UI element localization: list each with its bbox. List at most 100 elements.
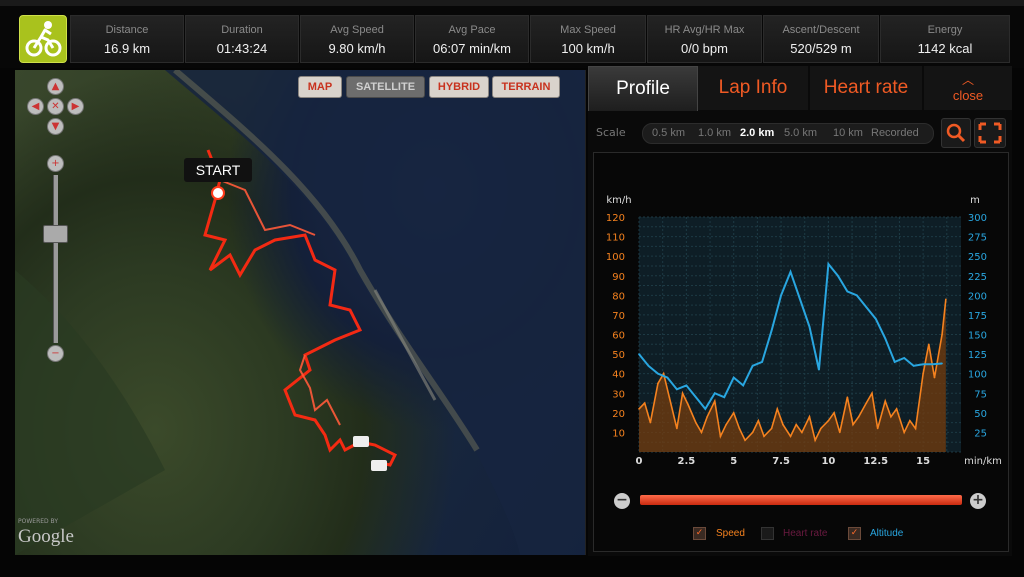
pan-center-icon[interactable]: ✕ (47, 98, 64, 115)
altitude-point (837, 274, 839, 277)
route-map[interactable] (15, 70, 586, 555)
map-type-satellite-button[interactable]: SATELLITE (346, 76, 425, 98)
speed-point (876, 427, 879, 430)
altitude-point (695, 396, 697, 398)
camera-icon[interactable] (353, 436, 369, 447)
start-marker[interactable] (211, 186, 225, 200)
scale-option-0-5km[interactable]: 0.5 km (652, 127, 685, 139)
y-left-tick-label: 30 (612, 389, 625, 400)
speed-point (928, 343, 930, 346)
y-right-tick-label: 150 (968, 331, 987, 342)
y-left-tick-label: 90 (612, 272, 625, 283)
speed-point (941, 333, 943, 336)
altitude-point (742, 384, 744, 387)
speed-point (649, 421, 652, 424)
stat-label: HR Avg/HR Max (664, 24, 745, 36)
pan-up-icon[interactable]: ▲ (47, 78, 64, 95)
map-type-terrain-button[interactable]: TERRAIN (492, 76, 560, 98)
pan-right-icon[interactable]: ▶ (67, 98, 84, 115)
x-tick-label: 0 (636, 456, 643, 467)
map-type-map-button[interactable]: MAP (298, 76, 342, 98)
zoom-handle[interactable] (43, 225, 68, 243)
y-left-tick-label: 110 (606, 233, 625, 244)
speed-point (763, 435, 765, 438)
heart-rate-checkbox[interactable] (761, 527, 774, 540)
y-right-tick-label: 225 (968, 272, 987, 283)
pan-left-icon[interactable]: ◀ (27, 98, 44, 115)
profile-chart[interactable]: 1020304050607080901001101202550751001251… (593, 152, 1007, 482)
scale-option-recorded[interactable]: Recorded (871, 127, 919, 139)
pan-down-icon[interactable]: ▼ (47, 118, 64, 135)
scale-option-2km[interactable]: 2.0 km (740, 127, 774, 139)
speed-point (681, 392, 684, 395)
range-slider[interactable] (640, 495, 962, 505)
y-left-tick-label: 80 (612, 291, 625, 302)
altitude-point (912, 365, 915, 367)
altitude-point (704, 408, 707, 410)
zoom-in-button[interactable]: + (47, 155, 64, 172)
speed-point (700, 431, 703, 434)
x-tick-label: 10 (821, 456, 835, 467)
altitude-point (799, 298, 801, 301)
speed-point (852, 423, 854, 426)
camera-icon[interactable] (371, 460, 387, 471)
altitude-point (818, 368, 820, 371)
speed-point (833, 412, 835, 414)
fullscreen-icon[interactable] (974, 118, 1006, 148)
top-divider (0, 0, 1024, 6)
speed-point (808, 415, 811, 418)
scale-option-5km[interactable]: 5.0 km (784, 127, 817, 139)
speed-point (914, 427, 917, 430)
range-decrease-button[interactable]: − (614, 493, 630, 509)
speed-point (895, 408, 898, 410)
altitude-point (657, 372, 659, 375)
x-tick-label: 7.5 (772, 456, 790, 467)
map-type-hybrid-button[interactable]: HYBRID (429, 76, 489, 98)
stat-box: Ascent/Descent 520/529 m (763, 15, 879, 63)
zoom-magnifier-icon[interactable] (941, 118, 971, 148)
scale-option-10km[interactable]: 10 km (833, 127, 863, 139)
speed-point (857, 415, 860, 418)
altitude-point (903, 357, 905, 359)
tab-lap-info[interactable]: Lap Info (698, 66, 808, 110)
altitude-checkbox[interactable]: ✓ (848, 527, 861, 540)
speed-checkbox[interactable]: ✓ (693, 527, 706, 540)
speed-point (903, 431, 905, 434)
stat-label: Max Speed (560, 24, 616, 36)
scale-option-1km[interactable]: 1.0 km (698, 127, 731, 139)
zoom-out-button[interactable]: − (47, 345, 64, 362)
y-left-tick-label: 10 (612, 428, 625, 439)
x-tick-label: 15 (916, 456, 930, 467)
speed-point (687, 404, 690, 406)
altitude-point (685, 384, 688, 387)
altitude-point (865, 306, 868, 308)
start-marker-label: START (184, 158, 252, 182)
speed-point (945, 298, 947, 301)
stat-box: Duration 01:43:24 (185, 15, 299, 63)
speed-point (738, 427, 741, 430)
chevron-up-icon: ︿ (961, 73, 974, 87)
stat-label: Ascent/Descent (782, 24, 860, 36)
tab-heart-rate[interactable]: Heart rate (810, 66, 922, 110)
y-right-tick-label: 175 (968, 311, 987, 322)
y-left-tick-label: 120 (606, 213, 625, 224)
stat-value: 01:43:24 (216, 41, 268, 56)
speed-point (744, 439, 746, 442)
altitude-point (931, 363, 934, 366)
range-increase-button[interactable]: + (970, 493, 986, 509)
y-right-tick-label: 25 (974, 428, 987, 439)
zoom-track[interactable] (53, 175, 58, 343)
altitude-point (761, 361, 763, 363)
y-right-axis-label: m (970, 195, 980, 206)
altitude-point (846, 290, 849, 293)
speed-point (801, 431, 803, 434)
google-logo[interactable]: Google (18, 526, 74, 548)
close-button[interactable]: ︿ close (924, 66, 1012, 110)
tab-profile[interactable]: Profile (588, 66, 698, 111)
speed-point (668, 396, 671, 398)
speed-point (789, 435, 792, 438)
altitude-point (732, 376, 735, 379)
cycling-icon[interactable] (19, 15, 67, 63)
altitude-point (893, 361, 896, 363)
legend-heart-rate: Heart rate (783, 528, 828, 539)
